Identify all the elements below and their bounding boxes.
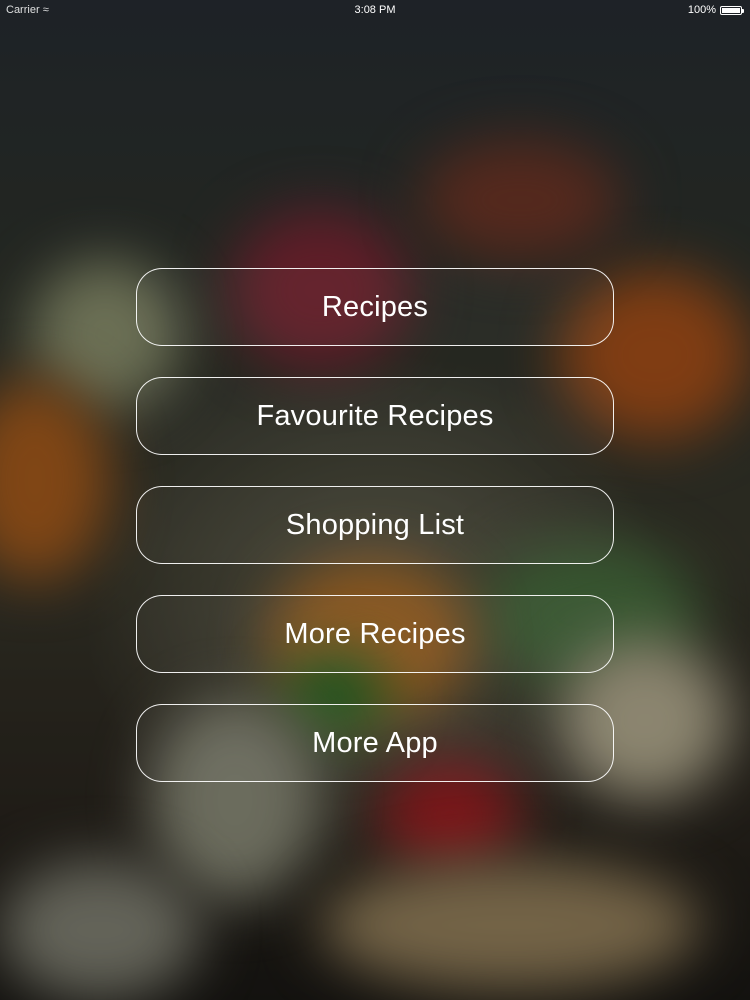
more-recipes-button[interactable]: More Recipes	[136, 595, 614, 673]
status-time: 3:08 PM	[354, 4, 396, 16]
status-bar: Carrier ≈ 3:08 PM 100%	[0, 0, 750, 22]
home-screen: Carrier ≈ 3:08 PM 100% Recipes Favourite…	[0, 0, 750, 1000]
battery-percent: 100%	[687, 4, 716, 16]
shopping-list-button[interactable]: Shopping List	[136, 486, 614, 564]
main-menu: Recipes Favourite Recipes Shopping List …	[136, 268, 614, 813]
battery-icon	[720, 5, 744, 15]
battery-status: 100%	[687, 4, 744, 16]
recipes-button[interactable]: Recipes	[136, 268, 614, 346]
more-app-button[interactable]: More App	[136, 704, 614, 782]
favourite-recipes-button[interactable]: Favourite Recipes	[136, 377, 614, 455]
